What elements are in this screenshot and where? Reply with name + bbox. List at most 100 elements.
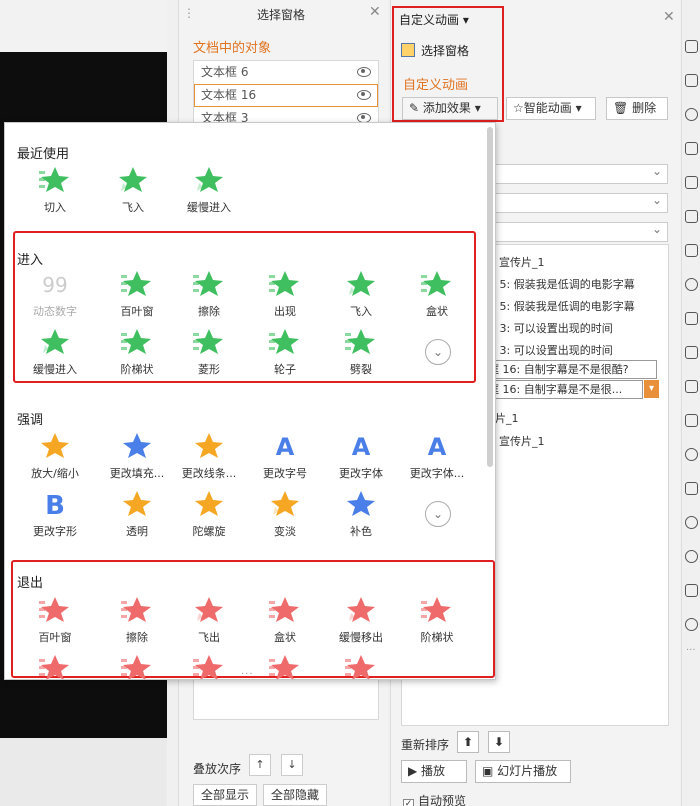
eye-icon[interactable] bbox=[357, 90, 371, 100]
effect-exit-slow-out[interactable]: 缓慢移出 bbox=[321, 595, 401, 645]
effect-exit-wipe[interactable]: 擦除 bbox=[97, 595, 177, 645]
rail-image-icon[interactable] bbox=[685, 414, 698, 427]
effect-wheel-star[interactable]: 轮子 bbox=[245, 327, 325, 377]
exit-section-title: 退出 bbox=[17, 576, 44, 591]
emphasis-more-chevron-icon[interactable]: ⌄ bbox=[425, 501, 451, 527]
animation-item[interactable]: 框 5: 假装我是低调的电影字幕 bbox=[485, 276, 635, 292]
rail-animation-icon[interactable] bbox=[685, 40, 698, 53]
play-button[interactable]: ▶ 播放 bbox=[401, 760, 467, 783]
effect-blinds-star[interactable]: 百叶窗 bbox=[97, 269, 177, 319]
rail-sound-icon[interactable] bbox=[685, 448, 698, 461]
effect-box-star[interactable]: 盒状 bbox=[397, 269, 477, 319]
effect-stairs-star[interactable]: 阶梯状 bbox=[97, 327, 177, 377]
rail-picture-icon[interactable] bbox=[685, 312, 698, 325]
animation-item[interactable]: 框 3: 可以设置出现的时间 bbox=[485, 342, 613, 358]
effect-label: 缓慢进入 bbox=[33, 363, 77, 376]
reorder-down-button[interactable]: ⬇ bbox=[488, 731, 510, 753]
rail-chart-icon[interactable] bbox=[685, 244, 698, 257]
object-label: 文本框 6 bbox=[201, 65, 249, 79]
selection-pane-link[interactable]: 选择窗格 bbox=[401, 42, 469, 59]
object-row-selected[interactable]: 文本框 16 bbox=[194, 84, 378, 107]
rail-more-icon[interactable]: ··· bbox=[686, 645, 696, 656]
resize-grip-icon[interactable]: ··· bbox=[241, 669, 254, 679]
rail-shape-icon[interactable] bbox=[685, 74, 698, 87]
speed-combo[interactable] bbox=[495, 222, 668, 242]
rail-clipboard-icon[interactable] bbox=[685, 380, 698, 393]
rail-export-icon[interactable] bbox=[685, 584, 698, 597]
animation-item[interactable]: 框 16: 自制字幕是不是很... bbox=[485, 380, 643, 399]
effect-font-size[interactable]: A 更改字号 bbox=[245, 431, 325, 481]
effect-exit-stairs[interactable]: 阶梯状 bbox=[397, 595, 477, 645]
slideshow-button[interactable]: ▣ 幻灯片播放 bbox=[475, 760, 571, 783]
menu-scrollbar[interactable] bbox=[487, 127, 493, 467]
object-row[interactable]: 文本框 6 bbox=[194, 61, 378, 84]
effect-fade[interactable]: 变淡 bbox=[245, 489, 325, 539]
effect-slow-in-star[interactable]: 缓慢进入 bbox=[15, 327, 95, 377]
animation-item[interactable]: 宣传片_1 bbox=[499, 433, 545, 449]
move-up-button[interactable]: ↑ bbox=[249, 754, 271, 776]
rail-help-icon[interactable] bbox=[685, 550, 698, 563]
grow-shrink-icon bbox=[37, 431, 73, 459]
effect-font-style[interactable]: B 更改字形 bbox=[15, 489, 95, 539]
rail-settings-icon[interactable] bbox=[685, 278, 698, 291]
effect-complementary-color[interactable]: 补色 bbox=[321, 489, 401, 539]
animation-pane-title[interactable]: 自定义动画 ▾ bbox=[399, 11, 469, 28]
property-combo[interactable] bbox=[495, 193, 668, 213]
rail-style-icon[interactable] bbox=[685, 108, 698, 121]
effect-exit-blinds[interactable]: 百叶窗 bbox=[15, 595, 95, 645]
effect-diamond-star[interactable]: 菱形 bbox=[169, 327, 249, 377]
rail-history-icon[interactable] bbox=[685, 516, 698, 529]
effect-exit-partial[interactable] bbox=[245, 653, 325, 679]
rail-edit-icon[interactable] bbox=[685, 142, 698, 155]
effect-appear-star[interactable]: 出现 bbox=[245, 269, 325, 319]
effect-spin[interactable]: 陀螺旋 bbox=[169, 489, 249, 539]
effect-line-color[interactable]: 更改线条... bbox=[169, 431, 249, 481]
effect-fly-in-star[interactable]: 飞入 bbox=[321, 269, 401, 319]
rail-shield-icon[interactable] bbox=[685, 482, 698, 495]
animation-item[interactable]: 片_1 bbox=[495, 410, 519, 426]
effect-exit-partial[interactable] bbox=[321, 653, 401, 679]
reorder-up-button[interactable]: ⬆ bbox=[457, 731, 479, 753]
effect-grow-shrink[interactable]: 放大/缩小 bbox=[15, 431, 95, 481]
animation-item[interactable]: 框 5: 假装我是低调的电影字幕 bbox=[485, 298, 635, 314]
font-style-icon: B bbox=[37, 489, 73, 521]
rail-location-icon[interactable] bbox=[685, 618, 698, 631]
hide-all-button[interactable]: 全部隐藏 bbox=[263, 784, 327, 806]
animation-item[interactable]: 框 3: 可以设置出现的时间 bbox=[485, 320, 613, 336]
effect-exit-partial[interactable] bbox=[15, 653, 95, 679]
effect-label: 切入 bbox=[44, 201, 66, 214]
effect-slow-in-star[interactable]: 缓慢进入 bbox=[169, 165, 249, 215]
dropdown-arrow-icon[interactable]: ▾ bbox=[644, 380, 659, 398]
start-combo[interactable] bbox=[495, 164, 668, 184]
effect-split-star[interactable]: 劈裂 bbox=[321, 327, 401, 377]
animation-item[interactable]: 框 16: 自制字幕是不是很酷? bbox=[485, 360, 657, 379]
enter-more-chevron-icon[interactable]: ⌄ bbox=[425, 339, 451, 365]
effect-label: 更改线条... bbox=[181, 467, 237, 480]
effect-font[interactable]: A 更改字体 bbox=[321, 431, 401, 481]
add-effect-button[interactable]: ✎ 添加效果 ▾ bbox=[402, 97, 498, 120]
effect-exit-partial[interactable] bbox=[97, 653, 177, 679]
rail-pen-icon[interactable] bbox=[685, 346, 698, 359]
pane-grip-icon[interactable]: ⋮ bbox=[183, 6, 195, 20]
smart-animation-button[interactable]: ☆智能动画 ▾ bbox=[506, 97, 596, 120]
effect-transparency[interactable]: 透明 bbox=[97, 489, 177, 539]
effect-exit-box[interactable]: 盒状 bbox=[245, 595, 325, 645]
effect-exit-partial[interactable] bbox=[169, 653, 249, 679]
rail-table-icon[interactable] bbox=[685, 176, 698, 189]
show-all-button[interactable]: 全部显示 bbox=[193, 784, 257, 806]
effect-fill-color[interactable]: 更改填充... bbox=[97, 431, 177, 481]
reorder-label: 重新排序 bbox=[401, 738, 450, 752]
animation-item[interactable]: 宣传片_1 bbox=[499, 254, 545, 270]
close-icon[interactable]: ✕ bbox=[663, 9, 675, 25]
effect-exit-fly-out[interactable]: 飞出 bbox=[169, 595, 249, 645]
rail-grid-icon[interactable] bbox=[685, 210, 698, 223]
move-down-button[interactable]: ↓ bbox=[281, 754, 303, 776]
effect-cut-in-star[interactable]: 切入 bbox=[15, 165, 95, 215]
effect-wipe-star[interactable]: 擦除 bbox=[169, 269, 249, 319]
delete-button[interactable]: 🗑 删除 bbox=[606, 97, 668, 120]
effect-font-color[interactable]: A 更改字体... bbox=[397, 431, 477, 481]
close-icon[interactable]: ✕ bbox=[369, 4, 381, 20]
effect-fly-in-star[interactable]: 飞入 bbox=[93, 165, 173, 215]
auto-preview-checkbox[interactable]: ✓ 自动预览 bbox=[403, 792, 466, 806]
eye-icon[interactable] bbox=[357, 67, 371, 77]
